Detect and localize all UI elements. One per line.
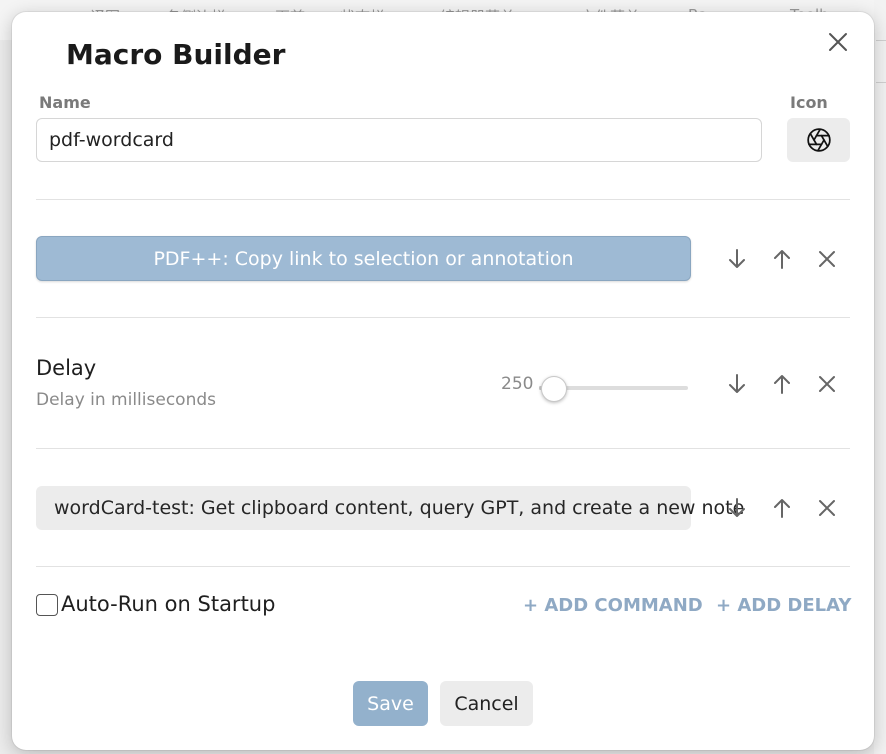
command-button-wordcard-test[interactable]: wordCard-test: Get clipboard content, qu… (36, 486, 744, 530)
arrow-down-icon (729, 374, 745, 393)
auto-run-checkbox[interactable] (36, 594, 58, 616)
close-icon (819, 500, 835, 516)
delay-title: Delay (36, 356, 97, 380)
dialog-title: Macro Builder (66, 38, 286, 71)
remove-command-button[interactable] (814, 495, 840, 521)
divider (36, 566, 850, 567)
divider (36, 448, 850, 449)
delay-description: Delay in milliseconds (36, 390, 216, 410)
close-dialog-button[interactable] (826, 30, 850, 54)
aperture-icon (806, 128, 831, 152)
background-panel-edge (874, 0, 886, 754)
cancel-button[interactable]: Cancel (440, 681, 533, 726)
close-icon (819, 376, 835, 392)
arrow-up-icon (774, 250, 790, 269)
add-delay-button[interactable]: + ADD DELAY (716, 595, 851, 616)
save-button[interactable]: Save (353, 681, 428, 726)
arrow-down-icon (729, 498, 745, 517)
divider (36, 199, 850, 200)
delay-slider-handle[interactable] (541, 376, 568, 402)
close-icon (819, 251, 835, 267)
delay-value: 250 (501, 374, 534, 394)
close-icon (829, 33, 847, 51)
remove-delay-button[interactable] (814, 371, 840, 397)
name-label: Name (39, 93, 91, 112)
add-command-button[interactable]: + ADD COMMAND (523, 595, 703, 616)
icon-label: Icon (790, 93, 828, 112)
macro-name-input[interactable] (36, 118, 762, 162)
move-up-button[interactable] (769, 495, 795, 521)
move-down-button[interactable] (724, 246, 750, 272)
remove-command-button[interactable] (814, 246, 840, 272)
macro-builder-dialog: Macro Builder Name Icon PDF++: Copy link… (12, 12, 874, 750)
move-down-button[interactable] (724, 495, 750, 521)
move-up-button[interactable] (769, 371, 795, 397)
icon-picker-button[interactable] (787, 118, 850, 162)
arrow-up-icon (774, 375, 790, 394)
divider (36, 317, 850, 318)
arrow-up-icon (774, 499, 790, 518)
auto-run-label: Auto-Run on Startup (61, 592, 276, 616)
arrow-down-icon (729, 249, 745, 268)
command-button-pdf-copy-link[interactable]: PDF++: Copy link to selection or annotat… (36, 236, 691, 281)
move-up-button[interactable] (769, 246, 795, 272)
move-down-button[interactable] (724, 371, 750, 397)
